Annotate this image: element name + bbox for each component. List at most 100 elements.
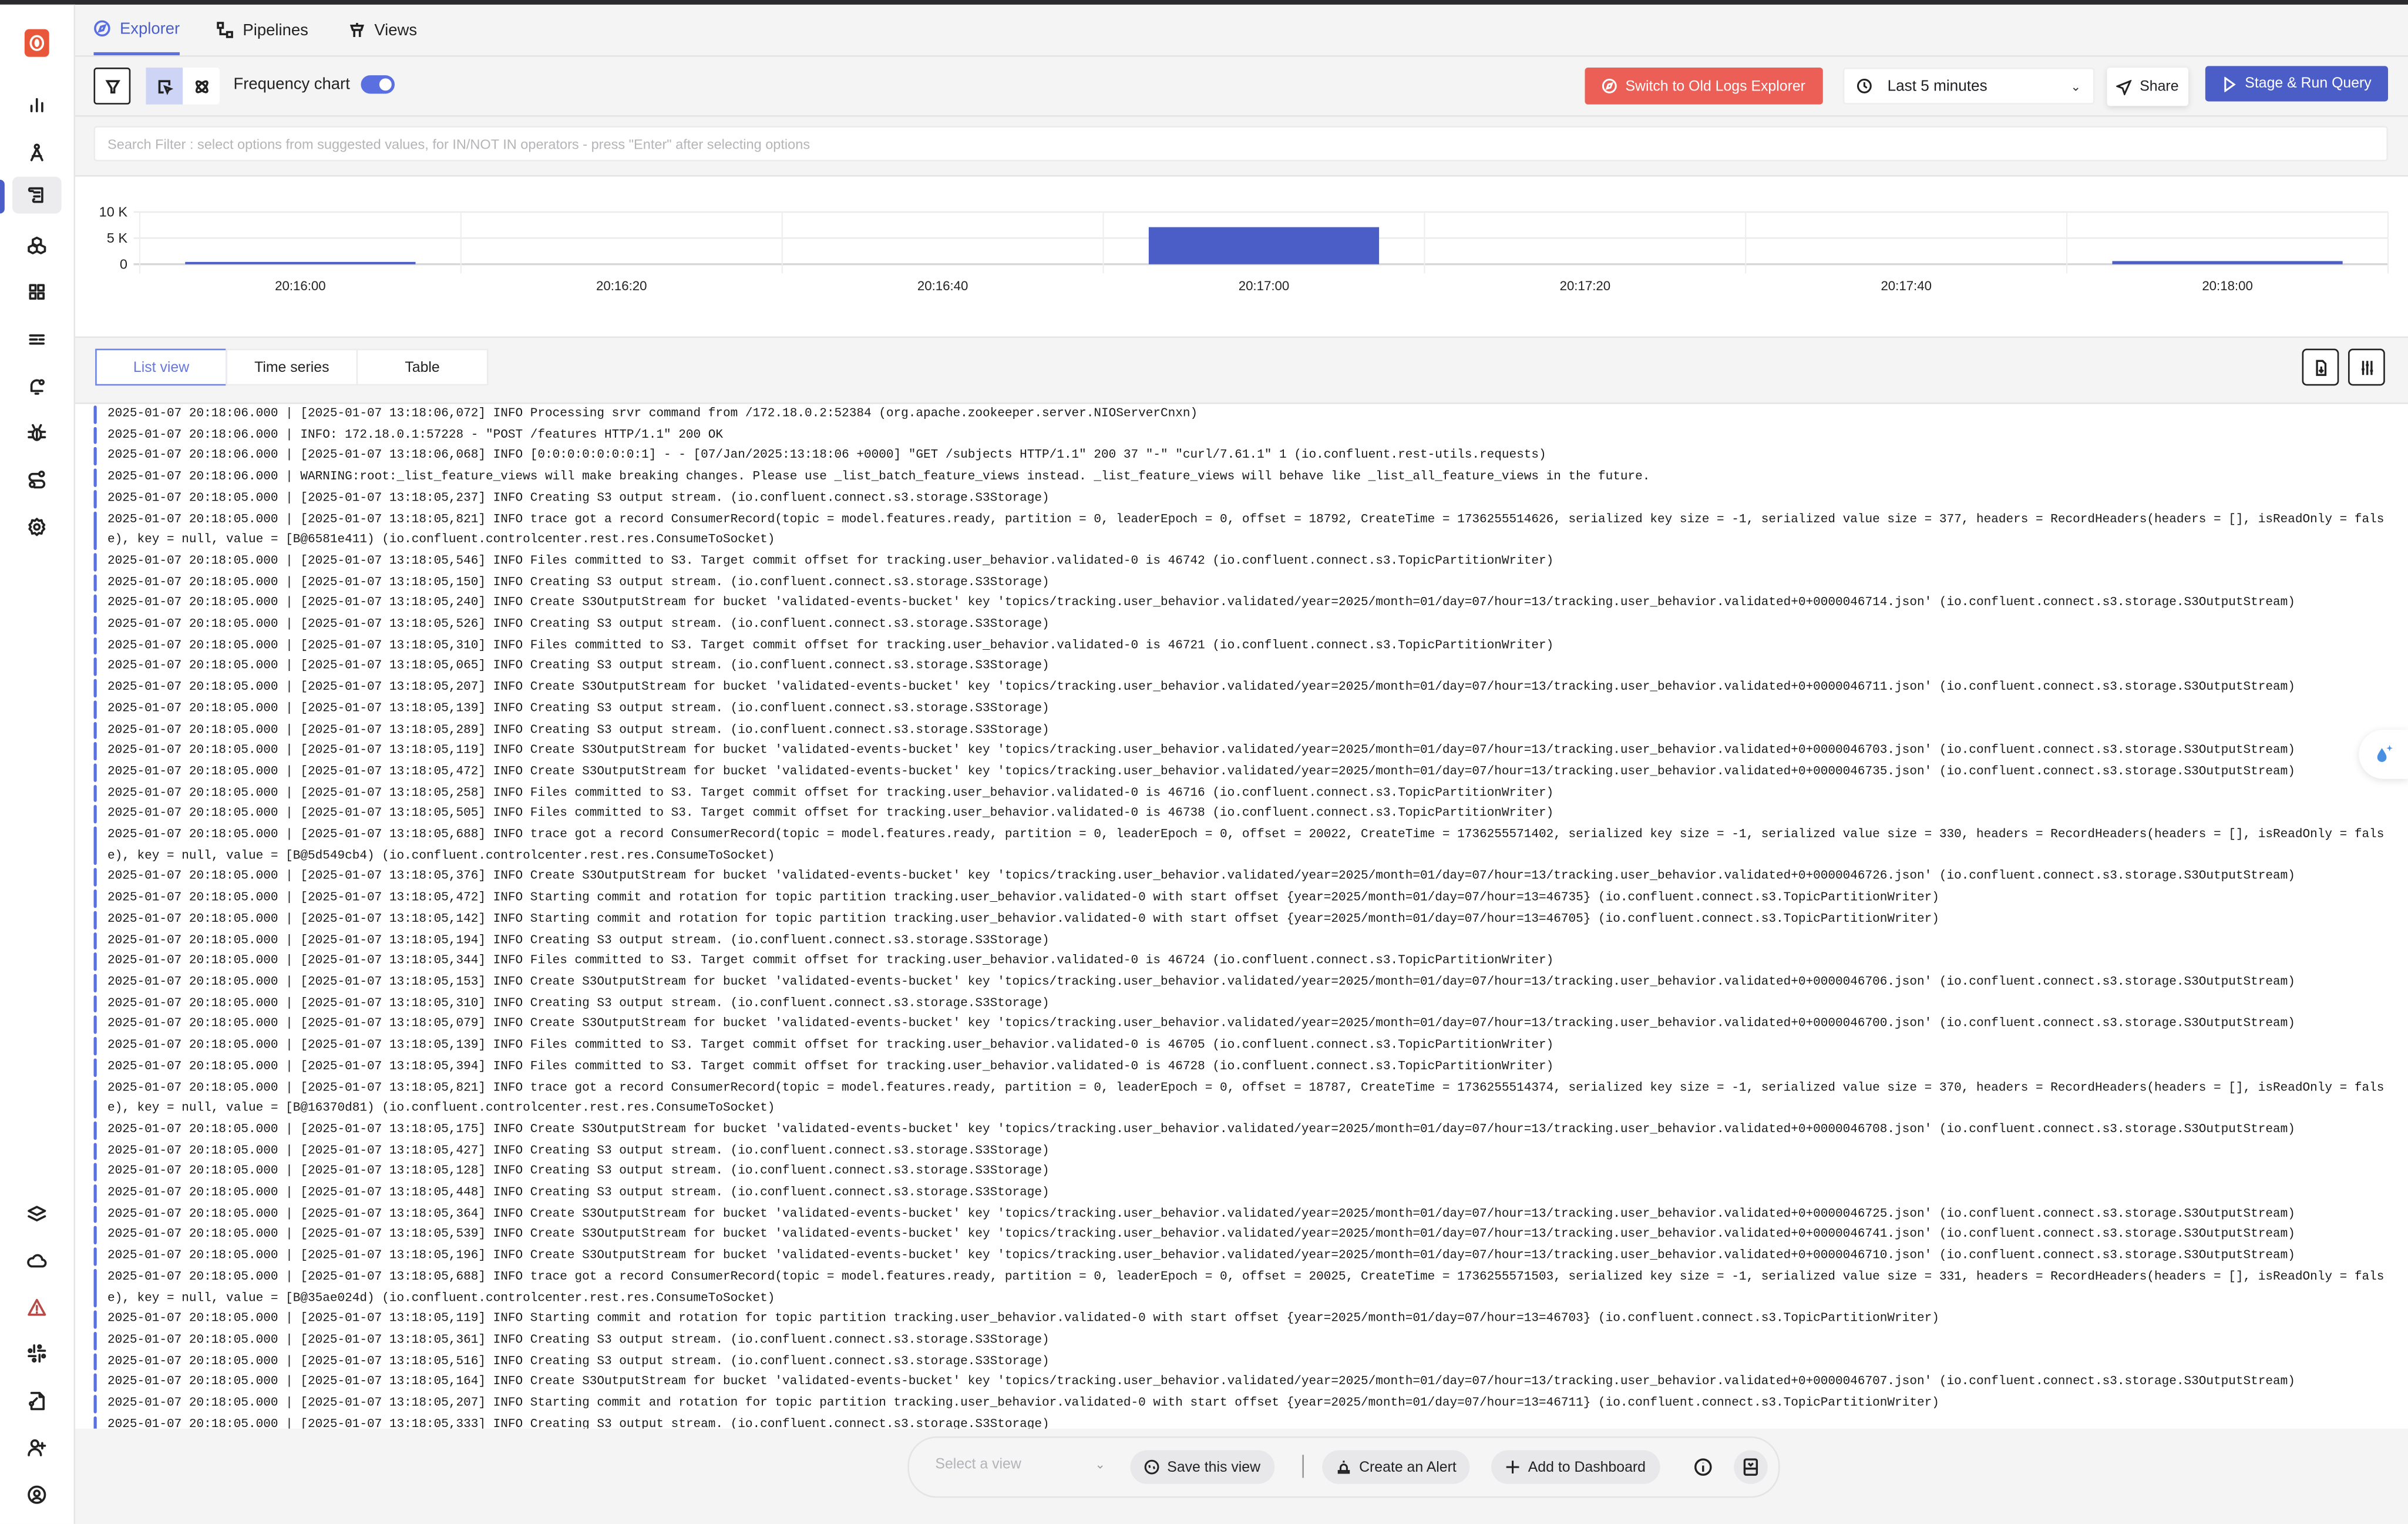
sidebar-item-traces[interactable]	[18, 133, 55, 170]
log-row[interactable]: 2025-01-07 20:18:05.000 | [2025-01-07 13…	[75, 1141, 2408, 1162]
log-row[interactable]: 2025-01-07 20:18:05.000 | [2025-01-07 13…	[75, 1372, 2408, 1394]
sidebar-item-exceptions[interactable]	[18, 415, 55, 452]
time-range-select[interactable]: Last 5 minutes ⌄	[1842, 68, 2095, 105]
log-row[interactable]: 2025-01-07 20:18:05.000 | [2025-01-07 13…	[75, 972, 2408, 993]
log-row[interactable]: 2025-01-07 20:18:05.000 | [2025-01-07 13…	[75, 1394, 2408, 1415]
log-row[interactable]: 2025-01-07 20:18:05.000 | [2025-01-07 13…	[75, 1351, 2408, 1372]
sidebar-item-services[interactable]	[18, 321, 55, 358]
stage-run-query-button[interactable]: Stage & Run Query	[2205, 66, 2389, 102]
sidebar-item-metrics[interactable]	[18, 86, 55, 123]
top-nav-tabs: Explorer Pipelines Views	[75, 5, 2408, 57]
frequency-chart-toggle[interactable]	[361, 75, 395, 94]
tab-pipelines[interactable]: Pipelines	[217, 5, 327, 55]
log-row[interactable]: 2025-01-07 20:18:05.000 | [2025-01-07 13…	[75, 888, 2408, 909]
app-logo[interactable]	[24, 29, 49, 57]
log-row[interactable]: 2025-01-07 20:18:05.000 | [2025-01-07 13…	[75, 1309, 2408, 1330]
save-view-button[interactable]: Save this view	[1130, 1450, 1274, 1484]
sidebar-item-slack[interactable]	[18, 1335, 55, 1372]
log-row[interactable]: 2025-01-07 20:18:05.000 | [2025-01-07 13…	[75, 699, 2408, 720]
log-row[interactable]: 2025-01-07 20:18:05.000 | [2025-01-07 13…	[75, 804, 2408, 825]
log-row[interactable]: 2025-01-07 20:18:05.000 | [2025-01-07 13…	[75, 783, 2408, 804]
dashboards-icon	[29, 284, 45, 300]
log-row[interactable]: 2025-01-07 20:18:05.000 | [2025-01-07 13…	[75, 1162, 2408, 1183]
search-filter-input[interactable]	[93, 126, 2389, 162]
log-row[interactable]: 2025-01-07 20:18:06.000 | [2025-01-07 13…	[75, 404, 2408, 425]
log-row[interactable]: 2025-01-07 20:18:05.000 | [2025-01-07 13…	[75, 1225, 2408, 1246]
cursor-select-icon	[157, 79, 173, 95]
download-logs-button[interactable]	[2302, 348, 2339, 386]
log-row[interactable]: 2025-01-07 20:18:05.000 | [2025-01-07 13…	[75, 1415, 2408, 1429]
ai-assistant-button[interactable]	[2359, 730, 2408, 779]
log-row[interactable]: 2025-01-07 20:18:05.000 | [2025-01-07 13…	[75, 951, 2408, 972]
log-row[interactable]: 2025-01-07 20:18:05.000 | [2025-01-07 13…	[75, 552, 2408, 573]
panel-collapse-icon	[1743, 1458, 1758, 1476]
tab-time-series[interactable]: Time series	[226, 348, 358, 386]
log-row[interactable]: 2025-01-07 20:18:05.000 | [2025-01-07 13…	[75, 867, 2408, 888]
log-row[interactable]: 2025-01-07 20:18:05.000 | [2025-01-07 13…	[75, 930, 2408, 951]
share-button[interactable]: Share	[2107, 68, 2189, 106]
log-row[interactable]: 2025-01-07 20:18:05.000 | [2025-01-07 13…	[75, 488, 2408, 509]
log-row[interactable]: 2025-01-07 20:18:05.000 | [2025-01-07 13…	[75, 1056, 2408, 1077]
log-row[interactable]: 2025-01-07 20:18:05.000 | [2025-01-07 13…	[75, 1183, 2408, 1204]
log-row[interactable]: 2025-01-07 20:18:05.000 | [2025-01-07 13…	[75, 509, 2408, 552]
y-tick-label: 5 K	[107, 230, 128, 246]
info-button[interactable]	[1694, 1456, 1712, 1476]
clock-icon	[1857, 79, 1872, 93]
log-row[interactable]: 2025-01-07 20:18:05.000 | [2025-01-07 13…	[75, 1015, 2408, 1036]
sidebar-item-cloud[interactable]	[18, 1241, 55, 1278]
log-row[interactable]: 2025-01-07 20:18:05.000 | [2025-01-07 13…	[75, 636, 2408, 657]
create-alert-label: Create an Alert	[1359, 1458, 1457, 1476]
run-query-label: Stage & Run Query	[2245, 75, 2372, 92]
create-alert-button[interactable]: Create an Alert	[1322, 1450, 1471, 1484]
tab-list-view[interactable]: List view	[95, 348, 227, 386]
log-row[interactable]: 2025-01-07 20:18:06.000 | INFO: 172.18.0…	[75, 425, 2408, 447]
log-row[interactable]: 2025-01-07 20:18:06.000 | WARNING:root:_…	[75, 467, 2408, 488]
log-row[interactable]: 2025-01-07 20:18:05.000 | [2025-01-07 13…	[75, 1330, 2408, 1351]
sidebar-item-invite[interactable]	[18, 1429, 55, 1466]
sidebar-item-layers[interactable]	[18, 1195, 55, 1232]
tab-views[interactable]: Views	[348, 5, 436, 55]
log-row[interactable]: 2025-01-07 20:18:05.000 | [2025-01-07 13…	[75, 741, 2408, 762]
log-row[interactable]: 2025-01-07 20:18:05.000 | [2025-01-07 13…	[75, 1036, 2408, 1057]
log-row[interactable]: 2025-01-07 20:18:05.000 | [2025-01-07 13…	[75, 720, 2408, 741]
sidebar-item-account[interactable]	[18, 1476, 55, 1513]
sidebar-item-docs[interactable]	[18, 1382, 55, 1419]
log-row[interactable]: 2025-01-07 20:18:05.000 | [2025-01-07 13…	[75, 825, 2408, 867]
integrations-icon	[28, 470, 46, 489]
sidebar-item-logs[interactable]	[12, 176, 62, 214]
log-row[interactable]: 2025-01-07 20:18:05.000 | [2025-01-07 13…	[75, 615, 2408, 636]
log-row[interactable]: 2025-01-07 20:18:05.000 | [2025-01-07 13…	[75, 762, 2408, 783]
log-row[interactable]: 2025-01-07 20:18:05.000 | [2025-01-07 13…	[75, 572, 2408, 593]
select-view-dropdown[interactable]: Select a view ⌄	[935, 1456, 1105, 1473]
collapse-panel-button[interactable]	[1734, 1450, 1768, 1484]
log-row[interactable]: 2025-01-07 20:18:05.000 | [2025-01-07 13…	[75, 909, 2408, 931]
log-row[interactable]: 2025-01-07 20:18:05.000 | [2025-01-07 13…	[75, 1246, 2408, 1267]
search-mode-button[interactable]	[146, 68, 183, 105]
tab-table[interactable]: Table	[356, 348, 489, 386]
sidebar-item-alerts[interactable]	[18, 367, 55, 404]
log-row[interactable]: 2025-01-07 20:18:05.000 | [2025-01-07 13…	[75, 1204, 2408, 1225]
add-to-dashboard-button[interactable]: Add to Dashboard	[1491, 1450, 1660, 1484]
log-row[interactable]: 2025-01-07 20:18:05.000 | [2025-01-07 13…	[75, 993, 2408, 1015]
code-mode-button[interactable]	[183, 68, 220, 105]
log-row[interactable]: 2025-01-07 20:18:05.000 | [2025-01-07 13…	[75, 677, 2408, 699]
sidebar-item-integrations[interactable]	[18, 461, 55, 498]
sidebar-item-warnings[interactable]	[18, 1289, 55, 1326]
log-row[interactable]: 2025-01-07 20:18:05.000 | [2025-01-07 13…	[75, 1077, 2408, 1120]
log-row[interactable]: 2025-01-07 20:18:05.000 | [2025-01-07 13…	[75, 657, 2408, 678]
sidebar-item-settings[interactable]	[18, 508, 55, 545]
sidebar-item-infrastructure[interactable]	[18, 227, 55, 264]
log-row[interactable]: 2025-01-07 20:18:06.000 | [2025-01-07 13…	[75, 446, 2408, 467]
warning-icon	[28, 1298, 46, 1316]
sidebar-item-dashboards[interactable]	[18, 273, 55, 310]
services-icon	[29, 334, 45, 345]
format-options-button[interactable]	[2348, 348, 2385, 386]
log-row[interactable]: 2025-01-07 20:18:05.000 | [2025-01-07 13…	[75, 1267, 2408, 1310]
switch-old-explorer-button[interactable]: Switch to Old Logs Explorer	[1585, 68, 1823, 105]
query-builder-button[interactable]	[93, 68, 131, 105]
log-row[interactable]: 2025-01-07 20:18:05.000 | [2025-01-07 13…	[75, 1120, 2408, 1141]
query-toolbar: Frequency chart Switch to Old Logs Explo…	[75, 57, 2408, 117]
logs-list[interactable]: 2025-01-07 20:18:06.000 | [2025-01-07 13…	[75, 404, 2408, 1429]
log-row[interactable]: 2025-01-07 20:18:05.000 | [2025-01-07 13…	[75, 593, 2408, 615]
tab-explorer[interactable]: Explorer	[93, 5, 180, 56]
